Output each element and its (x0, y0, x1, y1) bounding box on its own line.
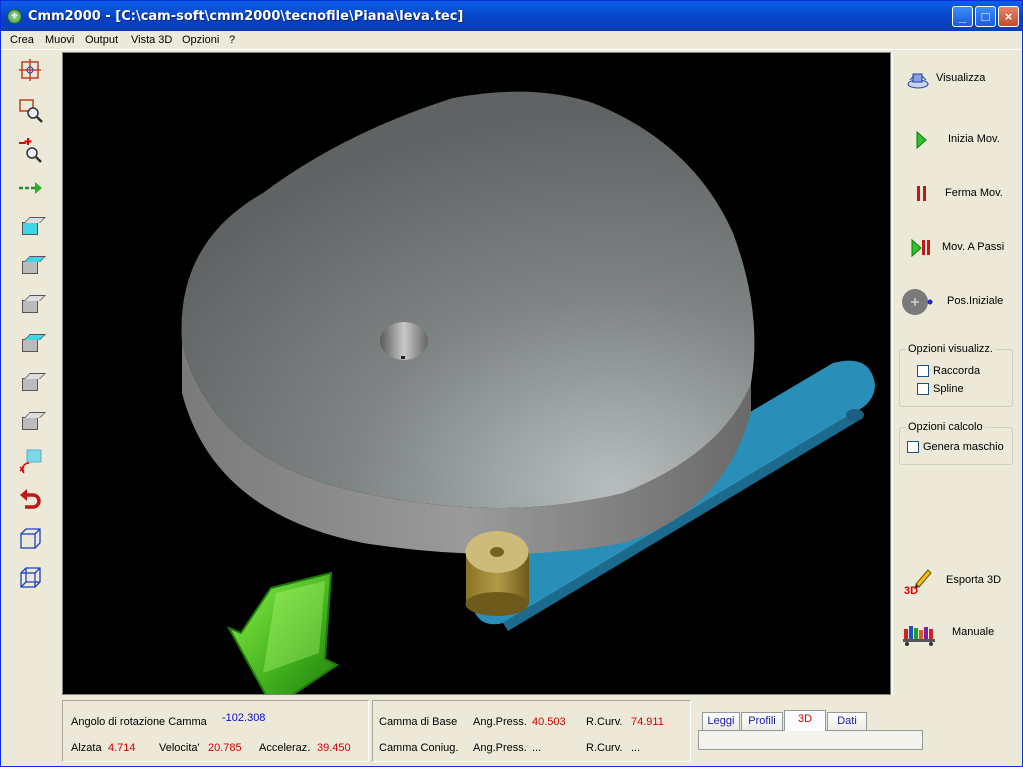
home-position-icon (901, 287, 935, 317)
cube-front-icon[interactable] (17, 215, 45, 243)
tab-content (698, 730, 923, 750)
motion-panel: Angolo di rotazione Camma -102.308 Alzat… (62, 700, 369, 762)
visualizza-label: Visualizza (936, 72, 986, 84)
visualizza-button[interactable]: Visualizza (898, 58, 1018, 98)
indicator-arrow-icon (226, 571, 339, 694)
manuale-label: Manuale (952, 626, 995, 638)
angolo-label: Angolo di rotazione Camma (71, 716, 207, 728)
inizia-mov-label: Inizia Mov. (948, 133, 1000, 145)
wireframe-cube-icon[interactable] (17, 525, 45, 553)
left-toolbar (1, 51, 61, 695)
esporta-3d-button[interactable]: 3D Esporta 3D (898, 560, 1018, 600)
opzioni-calcolo-group: Opzioni calcolo Genera maschio (899, 421, 1013, 465)
camma-coniug-label: Camma Coniug. (379, 742, 459, 754)
title-bar[interactable]: + Cmm2000 - [C:\cam-soft\cmm2000\tecnofi… (1, 1, 1022, 31)
cube-right-icon[interactable] (17, 254, 45, 282)
genera-maschio-label: Genera maschio (923, 441, 1004, 453)
tab-3d[interactable]: 3D (784, 710, 826, 731)
pause-icon (906, 183, 930, 205)
r-curv-coniug-label: R.Curv. (586, 742, 623, 754)
play-icon (906, 129, 930, 151)
camma-base-label: Camma di Base (379, 716, 458, 728)
velocita-value: 20.785 (208, 742, 242, 754)
r-curv-coniug-value: ... (631, 742, 641, 754)
acceleraz-label: Acceleraz. (259, 742, 311, 754)
center-view-icon[interactable] (17, 57, 45, 85)
right-panel: Visualizza Inizia Mov. Ferma Mov. Mov. A… (892, 52, 1022, 695)
spline-label: Spline (933, 383, 964, 395)
raccorda-check-box[interactable] (917, 365, 929, 378)
cube-top-icon[interactable] (17, 332, 45, 360)
cube-iso-icon[interactable] (17, 371, 45, 399)
step-icon (906, 237, 930, 259)
spline-check-box[interactable] (917, 383, 929, 396)
tab-strip: Leggi Profili 3D Dati (698, 710, 928, 732)
app-window: + Cmm2000 - [C:\cam-soft\cmm2000\tecnofi… (0, 0, 1023, 767)
raccorda-checkbox[interactable]: Raccorda (917, 365, 981, 378)
cube-back-icon[interactable] (17, 410, 45, 438)
menu-output[interactable]: Output (85, 34, 118, 46)
inizia-mov-button[interactable]: Inizia Mov. (898, 119, 1018, 159)
esporta-3d-label: Esporta 3D (946, 574, 1002, 586)
tab-profili[interactable]: Profili (741, 712, 783, 730)
velocita-label: Velocita' (159, 742, 200, 754)
genera-maschio-checkbox[interactable]: Genera maschio (907, 441, 1004, 454)
menu-crea[interactable]: Crea (10, 34, 34, 46)
angolo-value: -102.308 (222, 712, 266, 724)
spline-checkbox[interactable]: Spline (917, 383, 964, 396)
ang-press-coniug-value: ... (532, 742, 542, 754)
tab-leggi[interactable]: Leggi (702, 712, 740, 730)
alzata-value: 4.714 (108, 742, 136, 754)
ang-press-base-label: Ang.Press. (473, 716, 527, 728)
opzioni-visualizz-group: Opzioni visualizz. Raccorda Spline (899, 343, 1013, 407)
opzioni-calcolo-title: Opzioni calcolo (906, 421, 985, 433)
mov-a-passi-button[interactable]: Mov. A Passi (898, 227, 1018, 267)
minimize-button[interactable]: _ (952, 6, 973, 27)
manuale-button[interactable]: Manuale (898, 612, 1018, 652)
cube-left-icon[interactable] (17, 293, 45, 321)
wireframe-box-icon[interactable] (17, 564, 45, 592)
ang-press-base-value: 40.503 (532, 716, 566, 728)
ferma-mov-label: Ferma Mov. (945, 187, 1003, 199)
rotate-axes-icon[interactable] (17, 447, 45, 475)
r-curv-base-label: R.Curv. (586, 716, 623, 728)
ferma-mov-button[interactable]: Ferma Mov. (898, 173, 1018, 213)
view-3d-icon (906, 68, 930, 90)
acceleraz-value: 39.450 (317, 742, 351, 754)
pan-icon[interactable] (17, 175, 45, 203)
3d-viewport[interactable] (62, 52, 891, 695)
zoom-out-icon[interactable] (17, 137, 45, 165)
menu-bar: Crea Muovi Output Vista 3D Opzioni ? (1, 31, 1022, 50)
menu-muovi[interactable]: Muovi (45, 34, 74, 46)
mov-a-passi-label: Mov. A Passi (942, 241, 1005, 253)
status-area: Angolo di rotazione Camma -102.308 Alzat… (62, 698, 1022, 764)
zoom-window-icon[interactable] (17, 97, 45, 125)
pencil-3d-icon: 3D (902, 566, 932, 597)
close-button[interactable]: × (998, 6, 1019, 27)
pos-iniziale-label: Pos.Iniziale (947, 295, 1004, 307)
opzioni-visualizz-title: Opzioni visualizz. (906, 343, 995, 355)
window-title: Cmm2000 - [C:\cam-soft\cmm2000\tecnofile… (28, 9, 464, 24)
r-curv-base-value: 74.911 (631, 716, 664, 728)
esporta-3d-icon-text: 3D (904, 585, 918, 596)
tab-dati[interactable]: Dati (827, 712, 867, 730)
menu-help[interactable]: ? (229, 34, 235, 46)
follower-roller (465, 531, 529, 616)
bookshelf-icon (902, 620, 936, 646)
menu-opzioni[interactable]: Opzioni (182, 34, 219, 46)
cam-disk (181, 91, 755, 554)
genera-maschio-check-box[interactable] (907, 441, 919, 454)
app-icon[interactable]: + (7, 9, 22, 24)
alzata-label: Alzata (71, 742, 102, 754)
raccorda-label: Raccorda (933, 365, 981, 377)
undo-arrow-icon[interactable] (17, 486, 45, 514)
maximize-button[interactable]: □ (975, 6, 996, 27)
menu-vista-3d[interactable]: Vista 3D (131, 34, 172, 46)
cam-params-panel: Camma di Base Ang.Press. 40.503 R.Curv. … (372, 700, 691, 762)
pos-iniziale-button[interactable]: Pos.Iniziale (898, 281, 1018, 321)
ang-press-coniug-label: Ang.Press. (473, 742, 527, 754)
